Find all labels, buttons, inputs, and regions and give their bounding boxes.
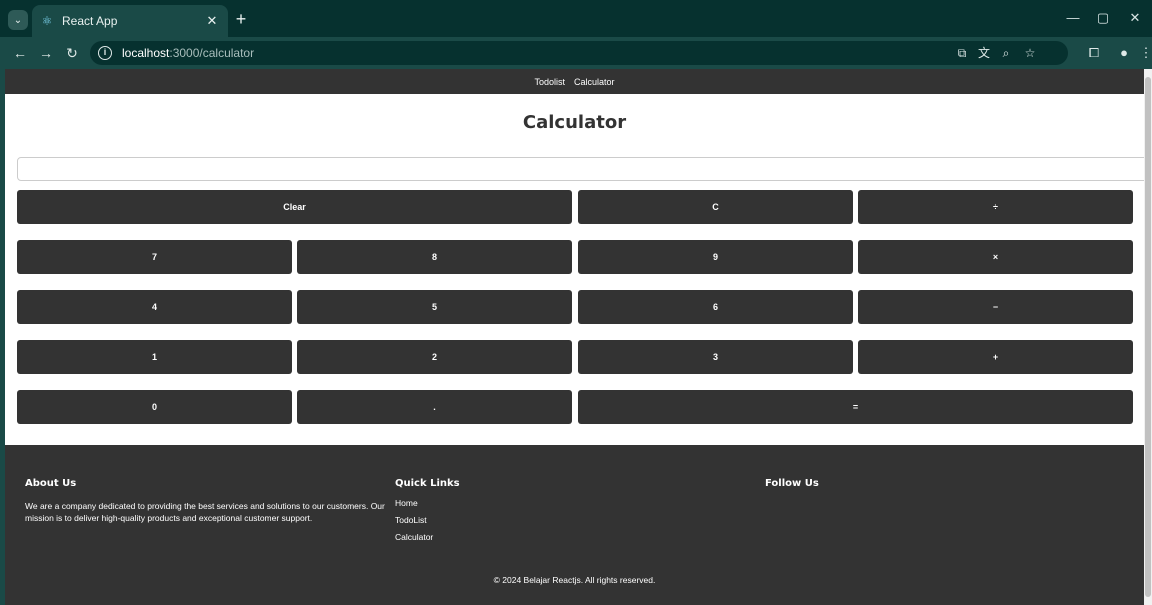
clear-button[interactable]: Clear [17,190,572,224]
url-host: localhost [122,46,170,60]
nav-link-calculator[interactable]: Calculator [574,77,615,87]
back-arrow-icon[interactable]: ← [10,43,30,63]
scrollbar-thumb[interactable] [1145,77,1151,597]
cast-icon[interactable]: ⧉ [954,45,970,61]
footer-link-calculator[interactable]: Calculator [395,529,460,546]
url-input[interactable]: i localhost:3000/calculator ⧉ 文 ⌕ ☆ [90,41,1068,65]
divide-button[interactable]: ÷ [858,190,1133,224]
digit-1-button[interactable]: 1 [17,340,292,374]
reload-icon[interactable]: ↻ [62,43,82,63]
c-button[interactable]: C [578,190,853,224]
plus-button[interactable]: + [858,340,1133,374]
url-path: :3000/calculator [169,46,255,60]
forward-arrow-icon[interactable]: → [36,43,56,63]
digit-8-button[interactable]: 8 [297,240,572,274]
top-navbar: Todolist Calculator [5,69,1144,94]
digit-0-button[interactable]: 0 [17,390,292,424]
page-footer: About Us We are a company dedicated to p… [5,445,1144,605]
zoom-icon[interactable]: ⌕ [998,45,1014,61]
close-icon[interactable]: ✕ [204,13,220,29]
footer-links-heading: Quick Links [395,478,460,489]
minus-button[interactable]: − [858,290,1133,324]
maximize-icon[interactable]: ▢ [1088,7,1118,29]
footer-follow-heading: Follow Us [765,478,819,489]
browser-tab[interactable]: ⚛ React App ✕ [32,5,228,37]
nav-link-todolist[interactable]: Todolist [534,77,565,87]
footer-about-text: We are a company dedicated to providing … [25,501,385,523]
digit-3-button[interactable]: 3 [578,340,853,374]
translate-icon[interactable]: 文 [976,45,992,61]
window-close-icon[interactable]: ✕ [1120,7,1150,29]
decimal-point-button[interactable]: . [297,390,572,424]
footer-follow: Follow Us [765,478,819,501]
kebab-menu-icon[interactable]: ⋮ [1136,43,1152,63]
digit-9-button[interactable]: 9 [578,240,853,274]
info-icon[interactable]: i [98,46,112,60]
react-icon: ⚛ [41,14,53,28]
footer-quick-links: Quick Links Home TodoList Calculator [395,478,460,546]
browser-address-bar: ← → ↻ i localhost:3000/calculator ⧉ 文 ⌕ … [0,37,1152,69]
equals-button[interactable]: = [578,390,1133,424]
digit-2-button[interactable]: 2 [297,340,572,374]
footer-link-todolist[interactable]: TodoList [395,512,460,529]
page-scrollbar[interactable] [1144,69,1152,605]
puzzle-icon[interactable]: ⧠ [1084,43,1104,63]
digit-7-button[interactable]: 7 [17,240,292,274]
profile-icon[interactable]: ● [1114,43,1134,63]
digit-6-button[interactable]: 6 [578,290,853,324]
footer-about: About Us We are a company dedicated to p… [25,478,385,524]
page-viewport: Todolist Calculator Calculator Clear C ÷… [5,69,1144,605]
minimize-icon[interactable]: — [1058,7,1088,29]
browser-tab-bar: ⌄ ⚛ React App ✕ + — ▢ ✕ [0,0,1152,37]
footer-about-heading: About Us [25,478,77,489]
new-tab-icon[interactable]: + [231,9,251,29]
footer-copyright: © 2024 Belajar Reactjs. All rights reser… [493,575,656,585]
tab-title: React App [62,14,118,28]
page-title: Calculator [522,112,627,133]
digit-5-button[interactable]: 5 [297,290,572,324]
digit-4-button[interactable]: 4 [17,290,292,324]
star-icon[interactable]: ☆ [1022,45,1038,61]
multiply-button[interactable]: × [858,240,1133,274]
chevron-down-icon[interactable]: ⌄ [8,10,28,30]
footer-link-home[interactable]: Home [395,495,460,512]
calculator-display[interactable] [17,157,1144,181]
